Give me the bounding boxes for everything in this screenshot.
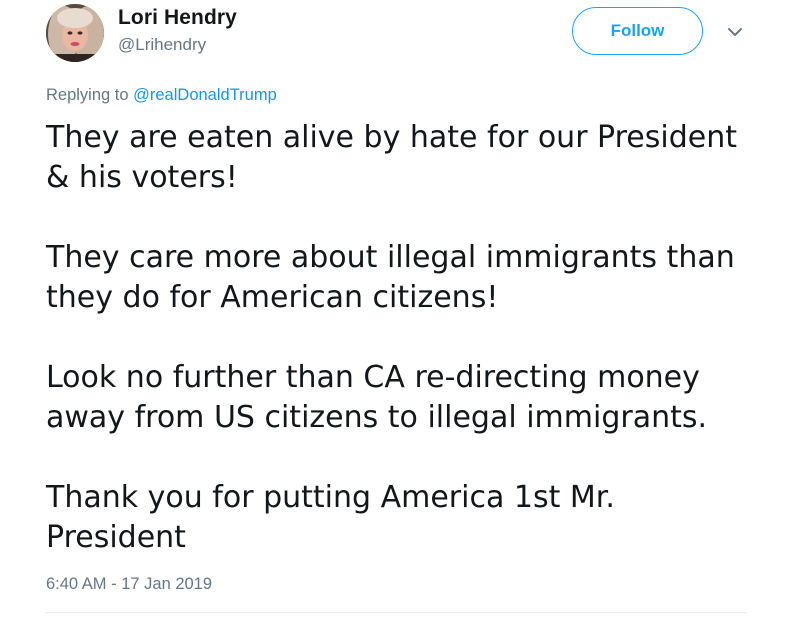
follow-button-label: Follow	[610, 21, 665, 40]
tweet-paragraph: They care more about illegal immigrants …	[46, 240, 735, 315]
tweet-timestamp[interactable]: 6:40 AM - 17 Jan 2019	[46, 575, 212, 594]
avatar-image	[46, 4, 104, 62]
user-handle[interactable]: @Lrihendry	[118, 35, 206, 55]
tweet-paragraph: They are eaten alive by hate for our Pre…	[46, 120, 737, 195]
reply-context-prefix: Replying to	[46, 86, 134, 104]
follow-button[interactable]: Follow	[572, 7, 703, 55]
tweet-paragraph: Thank you for putting America 1st Mr. Pr…	[46, 480, 615, 555]
reply-mention-link[interactable]: @realDonaldTrump	[133, 86, 277, 104]
tweet-card: Lori Hendry @Lrihendry Follow Replying t…	[0, 0, 791, 618]
reply-context: Replying to @realDonaldTrump	[46, 86, 277, 105]
tweet-paragraph: Look no further than CA re-directing mon…	[46, 360, 708, 435]
display-name[interactable]: Lori Hendry	[118, 6, 237, 30]
avatar[interactable]	[46, 4, 104, 62]
divider	[46, 612, 746, 613]
tweet-text: They are eaten alive by hate for our Pre…	[46, 118, 766, 558]
chevron-down-icon[interactable]	[725, 22, 745, 42]
